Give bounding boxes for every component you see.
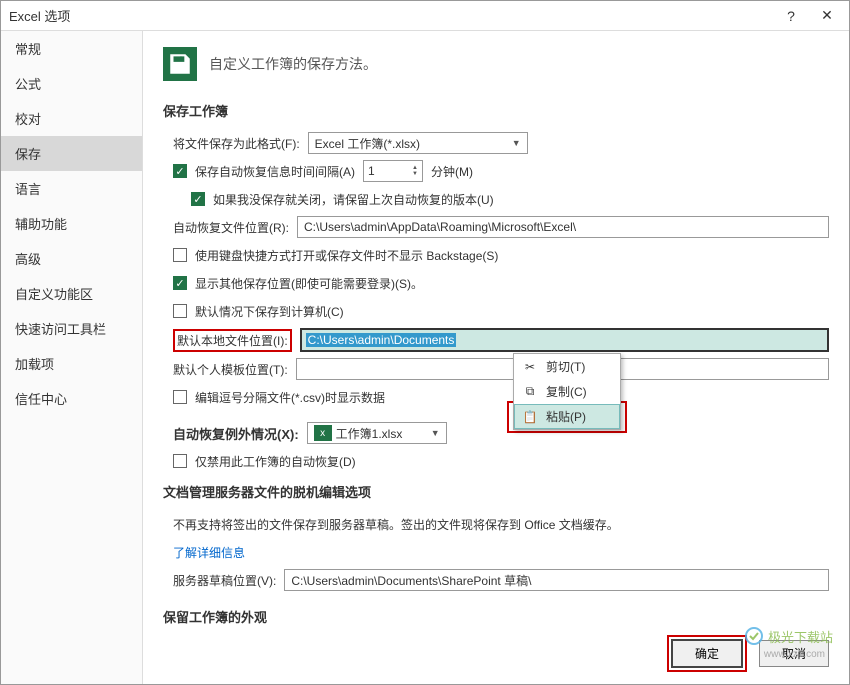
copy-icon: ⧉ bbox=[522, 384, 538, 400]
sidebar-item-general[interactable]: 常规 bbox=[1, 31, 142, 66]
backstage-label: 使用键盘快捷方式打开或保存文件时不显示 Backstage(S) bbox=[195, 247, 498, 264]
ctx-copy[interactable]: ⧉ 复制(C) bbox=[514, 379, 620, 404]
autosave-checkbox[interactable]: ✓ bbox=[173, 164, 187, 178]
chevron-down-icon: ▼ bbox=[512, 138, 521, 148]
scissors-icon: ✂ bbox=[522, 359, 538, 375]
template-loc-label: 默认个人模板位置(T): bbox=[173, 361, 288, 378]
draft-loc-label: 服务器草稿位置(V): bbox=[173, 572, 276, 589]
chevron-down-icon: ▼ bbox=[431, 428, 440, 438]
sidebar-item-proofing[interactable]: 校对 bbox=[1, 101, 142, 136]
save-disk-icon bbox=[163, 47, 197, 81]
keep-last-label: 如果我没保存就关闭，请保留上次自动恢复的版本(U) bbox=[213, 191, 494, 208]
workbook-dropdown[interactable]: x工作簿1.xlsx ▼ bbox=[307, 422, 447, 444]
save-format-dropdown[interactable]: Excel 工作簿(*.xlsx) ▼ bbox=[308, 132, 528, 154]
sidebar-item-customize-ribbon[interactable]: 自定义功能区 bbox=[1, 276, 142, 311]
sidebar-item-trust-center[interactable]: 信任中心 bbox=[1, 381, 142, 416]
ok-button[interactable]: 确定 bbox=[671, 639, 743, 668]
ctx-paste[interactable]: 📋 粘贴(P) bbox=[514, 404, 620, 429]
save-format-label: 将文件保存为此格式(F): bbox=[173, 135, 300, 152]
sidebar-item-addins[interactable]: 加载项 bbox=[1, 346, 142, 381]
draft-loc-input[interactable]: C:\Users\admin\Documents\SharePoint 草稿\ bbox=[284, 569, 829, 591]
csv-label: 编辑逗号分隔文件(*.csv)时显示数据 bbox=[195, 389, 385, 406]
sidebar-item-quick-access[interactable]: 快速访问工具栏 bbox=[1, 311, 142, 346]
save-to-computer-label: 默认情况下保存到计算机(C) bbox=[195, 303, 344, 320]
watermark: 极光下载站 bbox=[744, 626, 833, 646]
section-appearance: 保留工作簿的外观 bbox=[163, 607, 829, 626]
sidebar-item-language[interactable]: 语言 bbox=[1, 171, 142, 206]
show-other-label: 显示其他保存位置(即使可能需要登录)(S)。 bbox=[195, 275, 423, 292]
default-loc-input[interactable]: C:\Users\admin\Documents bbox=[300, 328, 829, 352]
csv-checkbox[interactable] bbox=[173, 390, 187, 404]
watermark-url: www.xz7.com bbox=[764, 649, 825, 660]
sidebar-item-formulas[interactable]: 公式 bbox=[1, 66, 142, 101]
show-other-checkbox[interactable]: ✓ bbox=[173, 276, 187, 290]
minutes-label: 分钟(M) bbox=[431, 163, 473, 180]
autorecover-loc-label: 自动恢复文件位置(R): bbox=[173, 219, 289, 236]
section-exceptions: 自动恢复例外情况(X): bbox=[173, 424, 299, 443]
default-loc-label: 默认本地文件位置(I): bbox=[177, 334, 288, 348]
excel-file-icon: x bbox=[314, 425, 332, 441]
ctx-cut[interactable]: ✂ 剪切(T) bbox=[514, 354, 620, 379]
context-menu: ✂ 剪切(T) ⧉ 复制(C) 📋 粘贴(P) bbox=[513, 353, 621, 430]
close-button[interactable]: ✕ bbox=[813, 5, 841, 27]
sidebar-item-accessibility[interactable]: 辅助功能 bbox=[1, 206, 142, 241]
sidebar-item-save[interactable]: 保存 bbox=[1, 136, 142, 171]
sidebar: 常规 公式 校对 保存 语言 辅助功能 高级 自定义功能区 快速访问工具栏 加载… bbox=[1, 31, 143, 684]
section-save-workbook: 保存工作簿 bbox=[163, 101, 829, 120]
autorecover-loc-input[interactable]: C:\Users\admin\AppData\Roaming\Microsoft… bbox=[297, 216, 829, 238]
header-text: 自定义工作簿的保存方法。 bbox=[209, 54, 377, 74]
autosave-label: 保存自动恢复信息时间间隔(A) bbox=[195, 163, 355, 180]
disable-autorecover-checkbox[interactable] bbox=[173, 454, 187, 468]
keep-last-checkbox[interactable]: ✓ bbox=[191, 192, 205, 206]
save-to-computer-checkbox[interactable] bbox=[173, 304, 187, 318]
help-button[interactable]: ? bbox=[777, 5, 805, 27]
window-title: Excel 选项 bbox=[9, 6, 777, 25]
autosave-interval-input[interactable]: 1 ▲▼ bbox=[363, 160, 423, 182]
learn-more-link[interactable]: 了解详细信息 bbox=[173, 544, 245, 561]
backstage-checkbox[interactable] bbox=[173, 248, 187, 262]
section-doc-mgmt: 文档管理服务器文件的脱机编辑选项 bbox=[163, 482, 829, 501]
disable-autorecover-label: 仅禁用此工作簿的自动恢复(D) bbox=[195, 453, 356, 470]
sidebar-item-advanced[interactable]: 高级 bbox=[1, 241, 142, 276]
clipboard-icon: 📋 bbox=[522, 409, 538, 425]
spinner-icon[interactable]: ▲▼ bbox=[412, 165, 418, 177]
doc-info: 不再支持将签出的文件保存到服务器草稿。签出的文件现将保存到 Office 文档缓… bbox=[173, 516, 619, 533]
